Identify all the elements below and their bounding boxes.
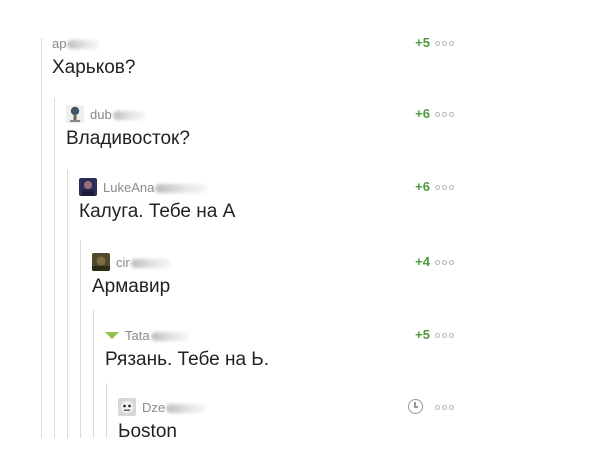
- redacted-name: [112, 110, 145, 120]
- comment: LukeAna +6 Калуга. Тебе на А: [79, 177, 472, 233]
- username[interactable]: Tata: [125, 328, 189, 343]
- thread-rail: [67, 170, 68, 438]
- comment-text: Харьков?: [52, 57, 136, 78]
- rating: +5: [415, 327, 430, 342]
- clock-icon: [408, 399, 423, 414]
- comment-thread: ap +5 Харьков? dub +6 Владивосток? LukeA…: [0, 0, 604, 467]
- redacted-name: [130, 258, 171, 268]
- three-dots-icon[interactable]: [435, 252, 454, 272]
- thread-rail: [80, 240, 81, 438]
- avatar[interactable]: [79, 178, 97, 196]
- three-dots-icon[interactable]: [435, 177, 454, 197]
- comment-text: Ьoston: [118, 421, 177, 442]
- redacted-name: [166, 403, 207, 413]
- comment: Tata +5 Рязань. Тебе на Ь.: [105, 325, 472, 381]
- username[interactable]: LukeAna: [103, 180, 208, 195]
- comment-header: Dze: [118, 397, 207, 417]
- username[interactable]: cir: [116, 255, 171, 270]
- username[interactable]: Dze: [142, 400, 207, 415]
- comment: Dze Ьoston: [118, 397, 472, 453]
- comment: dub +6 Владивосток?: [66, 104, 472, 160]
- rating: +6: [415, 179, 430, 194]
- three-dots-icon[interactable]: [435, 33, 454, 53]
- comment-header: dub: [66, 104, 145, 124]
- comment: ap +5 Харьков?: [52, 33, 472, 89]
- comment-text: Калуга. Тебе на А: [79, 201, 236, 222]
- redacted-name: [67, 39, 100, 49]
- comment-text: Владивосток?: [66, 128, 190, 149]
- avatar[interactable]: [118, 398, 136, 416]
- three-dots-icon[interactable]: [435, 397, 454, 417]
- comment-header: ap: [52, 33, 100, 53]
- rating: +5: [415, 35, 430, 50]
- comment-text: Рязань. Тебе на Ь.: [105, 349, 270, 370]
- triangle-icon: [105, 331, 119, 339]
- redacted-name: [155, 183, 208, 193]
- rating: +4: [415, 254, 430, 269]
- redacted-name: [150, 331, 189, 341]
- comment-header: LukeAna: [79, 177, 208, 197]
- three-dots-icon[interactable]: [435, 325, 454, 345]
- thread-rail: [106, 383, 107, 438]
- comment-header: Tata: [105, 325, 189, 345]
- rating: +6: [415, 106, 430, 121]
- thread-rail: [93, 310, 94, 438]
- comment-text: Армавир: [92, 276, 171, 297]
- avatar[interactable]: [66, 105, 84, 123]
- thread-rail: [54, 98, 55, 438]
- username[interactable]: ap: [52, 36, 100, 51]
- thread-rail: [41, 38, 42, 438]
- comment: cir +4 Армавир: [92, 252, 472, 308]
- avatar[interactable]: [92, 253, 110, 271]
- three-dots-icon[interactable]: [435, 104, 454, 124]
- comment-header: cir: [92, 252, 171, 272]
- username[interactable]: dub: [90, 107, 145, 122]
